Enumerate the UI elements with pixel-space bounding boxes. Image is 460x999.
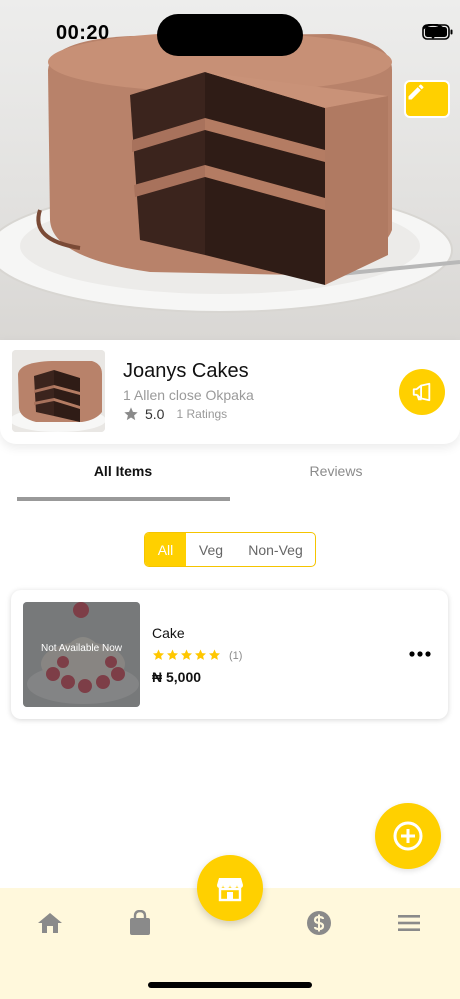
filter-veg[interactable]: Veg: [186, 533, 236, 566]
dynamic-island: [157, 14, 303, 56]
nav-earnings[interactable]: [306, 910, 332, 936]
tab-all-items[interactable]: All Items: [0, 463, 246, 479]
star-icon: [124, 407, 138, 421]
nav-home[interactable]: [37, 910, 63, 936]
nav-menu[interactable]: [396, 910, 422, 936]
nav-store[interactable]: [197, 855, 263, 921]
plus-circle-icon: [393, 821, 423, 851]
edit-button[interactable]: [404, 80, 450, 118]
add-item-button[interactable]: [375, 803, 441, 869]
store-thumbnail: [12, 350, 105, 432]
store-name: Joanys Cakes: [123, 360, 249, 382]
battery-icon: [422, 24, 453, 40]
dollar-icon: [307, 911, 331, 935]
ratings-count: 1 Ratings: [176, 407, 228, 421]
active-tab-indicator: [17, 497, 230, 501]
megaphone-icon: [412, 382, 431, 402]
item-price: ₦ 5,000: [152, 669, 202, 685]
store-cover-image: 00:20: [0, 0, 460, 340]
diet-filter: All Veg Non-Veg: [144, 532, 316, 567]
menu-icon: [398, 915, 420, 931]
rating-value: 5.0: [145, 406, 165, 422]
star-rating-icon: [153, 649, 220, 660]
pencil-icon: [408, 84, 424, 100]
promote-button[interactable]: [399, 369, 445, 415]
store-icon: [217, 878, 243, 902]
filter-all[interactable]: All: [145, 533, 186, 566]
availability-label: Not Available Now: [41, 643, 122, 654]
filter-non-veg[interactable]: Non-Veg: [236, 533, 315, 566]
item-rating: (1): [152, 649, 242, 662]
store-info-card: Joanys Cakes 1 Allen close Okpaka 5.0 1 …: [0, 340, 460, 444]
nav-orders[interactable]: [127, 910, 153, 936]
home-icon: [38, 913, 62, 933]
store-rating: 5.0 1 Ratings: [123, 406, 227, 422]
item-name: Cake: [152, 625, 185, 641]
home-indicator: [148, 982, 312, 988]
more-horizontal-icon: [409, 651, 431, 657]
list-item[interactable]: Not Available Now Cake (1) ₦ 5,000: [11, 590, 448, 719]
tab-reviews[interactable]: Reviews: [230, 463, 442, 479]
status-time: 00:20: [56, 22, 110, 44]
shopping-bag-icon: [130, 910, 150, 935]
item-rating-count: (1): [229, 649, 243, 662]
store-address: 1 Allen close Okpaka: [123, 387, 254, 403]
more-options-button[interactable]: [407, 643, 433, 665]
item-image: Not Available Now: [23, 602, 140, 707]
